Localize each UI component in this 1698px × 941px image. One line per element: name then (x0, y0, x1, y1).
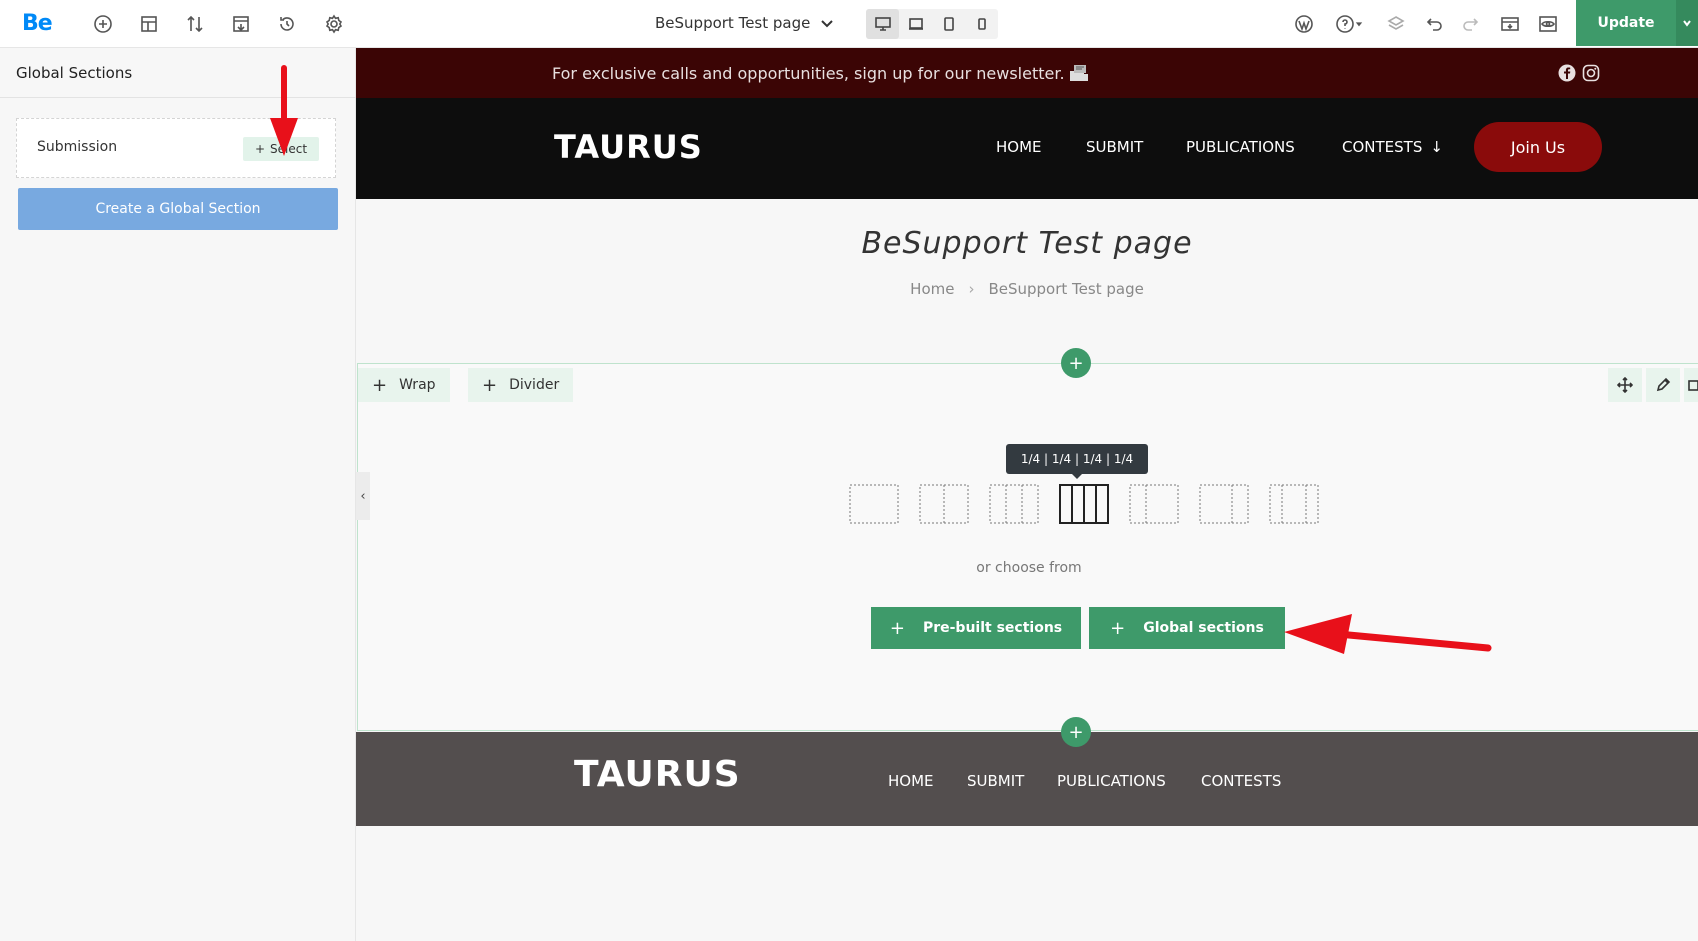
edit-section-button[interactable] (1646, 368, 1680, 402)
annotation-arrow-left-icon (1284, 614, 1492, 654)
global-sections-button[interactable]: + Global sections (1089, 607, 1285, 649)
layout-option-1-3[interactable] (989, 484, 1039, 524)
footer-nav-publications[interactable]: PUBLICATIONS (1057, 772, 1166, 790)
newsletter-text: For exclusive calls and opportunities, s… (552, 64, 1065, 83)
global-sections-label: Global sections (1143, 620, 1264, 636)
page-canvas: For exclusive calls and opportunities, s… (356, 48, 1698, 941)
add-section-above-button[interactable]: + (1061, 348, 1091, 378)
footer-nav-contests[interactable]: CONTESTS (1201, 772, 1281, 790)
layout-option-2-3-1-3[interactable] (1199, 484, 1249, 524)
panel-title: Global Sections (16, 64, 133, 82)
site-logo[interactable]: TAURUS (554, 128, 703, 166)
laptop-view-button[interactable] (899, 9, 932, 39)
settings-gear-icon[interactable] (322, 12, 346, 36)
prebuilt-sections-button[interactable]: + Pre-built sections (871, 607, 1081, 649)
add-wrap-button[interactable]: + Wrap (358, 368, 450, 402)
desktop-icon (874, 17, 891, 31)
nav-home[interactable]: HOME (996, 138, 1042, 156)
duplicate-section-button[interactable] (1684, 368, 1698, 402)
footer-logo[interactable]: TAURUS (574, 754, 741, 795)
live-preview-eye-icon[interactable] (1536, 12, 1560, 36)
chevron-down-icon (821, 20, 834, 28)
plus-icon: + (372, 374, 388, 396)
update-options-button[interactable] (1676, 0, 1698, 46)
templates-icon[interactable] (229, 12, 253, 36)
layout-option-1-4[interactable] (1059, 484, 1109, 524)
global-section-name: Submission (37, 139, 118, 155)
layout-option-1-1[interactable] (849, 484, 899, 524)
help-dropdown-caret-icon[interactable] (1352, 12, 1366, 36)
plus-icon: + (889, 617, 905, 639)
newsletter-mailbox-icon[interactable] (1068, 62, 1090, 84)
breadcrumb-current: BeSupport Test page (988, 280, 1144, 298)
wordpress-icon[interactable] (1292, 12, 1316, 36)
page-selector-label: BeSupport Test page (655, 14, 811, 32)
breadcrumb-home[interactable]: Home (910, 280, 954, 298)
create-global-section-button[interactable]: Create a Global Section (18, 188, 338, 230)
global-sections-panel: Global Sections Submission + Select Crea… (0, 48, 356, 941)
page-title: BeSupport Test page (861, 226, 1193, 261)
builder-toolbar: Be BeSupport Test page Update (0, 0, 1698, 48)
laptop-icon (908, 18, 923, 30)
nav-publications[interactable]: PUBLICATIONS (1186, 138, 1295, 156)
device-switcher (866, 9, 998, 39)
chevron-left-icon: ‹ (360, 488, 366, 504)
copy-icon (1688, 380, 1698, 391)
layers-icon[interactable] (1384, 12, 1408, 36)
sort-icon[interactable] (183, 12, 207, 36)
join-us-button[interactable]: Join Us (1474, 122, 1602, 172)
prebuilt-sections-label: Pre-built sections (922, 620, 1063, 636)
mobile-icon (977, 18, 986, 30)
undo-icon[interactable] (1422, 12, 1446, 36)
add-divider-button[interactable]: + Divider (468, 368, 574, 402)
preview-window-icon[interactable] (1498, 12, 1522, 36)
facebook-icon[interactable] (1558, 64, 1576, 82)
update-button[interactable]: Update (1576, 0, 1676, 46)
move-section-button[interactable] (1608, 368, 1642, 402)
page-selector[interactable]: BeSupport Test page (655, 14, 834, 32)
tablet-view-button[interactable] (932, 9, 965, 39)
site-header: TAURUS HOME SUBMIT PUBLICATIONS CONTESTS… (356, 98, 1698, 199)
nav-contests-label: CONTESTS (1342, 138, 1423, 156)
redo-icon[interactable] (1459, 12, 1483, 36)
pencil-icon (1656, 377, 1671, 392)
panel-divider (0, 97, 356, 98)
layout-option-1-3-2-3[interactable] (1129, 484, 1179, 524)
tooltip-arrow (1071, 473, 1083, 479)
history-icon[interactable] (275, 12, 299, 36)
structure-icon[interactable] (137, 12, 161, 36)
tablet-icon (943, 17, 954, 31)
add-element-icon[interactable] (91, 12, 115, 36)
footer-nav-submit[interactable]: SUBMIT (967, 772, 1024, 790)
breadcrumb: Home › BeSupport Test page (356, 280, 1698, 298)
wrap-label: Wrap (399, 377, 436, 393)
chevron-down-icon (1683, 20, 1691, 27)
breadcrumb-separator-icon: › (968, 280, 975, 298)
layout-option-1-4-1-2-1-4[interactable] (1269, 484, 1319, 524)
plus-icon: + (1110, 617, 1126, 639)
mobile-view-button[interactable] (965, 9, 998, 39)
empty-section: + Wrap + Divider Sut 1/4 | 1/4 | 1/4 | 1… (357, 363, 1698, 731)
collapse-panel-button[interactable]: ‹ (356, 472, 370, 520)
desktop-view-button[interactable] (866, 9, 899, 39)
site-footer: TAURUS HOME SUBMIT PUBLICATIONS CONTESTS (356, 732, 1698, 826)
arrow-down-icon: ↓ (1430, 138, 1443, 156)
annotation-arrow-down-icon (270, 65, 298, 156)
move-arrows-icon (1617, 377, 1633, 393)
layout-option-1-2[interactable] (919, 484, 969, 524)
add-section-below-button[interactable]: + (1061, 717, 1091, 747)
layout-tooltip: 1/4 | 1/4 | 1/4 | 1/4 (1006, 444, 1148, 474)
instagram-icon[interactable] (1582, 64, 1600, 82)
nav-submit[interactable]: SUBMIT (1086, 138, 1143, 156)
or-choose-text: or choose from (976, 560, 1082, 576)
betheme-logo[interactable]: Be (22, 11, 53, 36)
plus-icon: + (482, 374, 498, 396)
footer-nav-home[interactable]: HOME (888, 772, 934, 790)
divider-label: Divider (509, 377, 560, 393)
nav-contests[interactable]: CONTESTS ↓ (1342, 138, 1443, 156)
newsletter-bar: For exclusive calls and opportunities, s… (356, 48, 1698, 98)
